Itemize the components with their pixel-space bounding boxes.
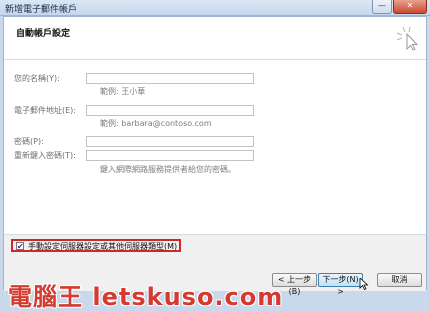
minimize-button[interactable]: — bbox=[372, 0, 392, 14]
close-button[interactable]: ✕ bbox=[393, 0, 427, 14]
name-label: 您的名稱(Y): bbox=[14, 74, 60, 83]
dialog-client: 自動帳戶設定 您的名稱(Y): 範例: 王小華 電子郵件地址(E): 範例: b… bbox=[3, 16, 427, 311]
manual-setup-label: 手動設定伺服器設定或其他伺服器類型(M) bbox=[28, 242, 178, 251]
name-field[interactable] bbox=[86, 73, 254, 84]
mouse-pointer-icon bbox=[359, 278, 369, 290]
manual-setup-option[interactable]: ✔ 手動設定伺服器設定或其他伺服器類型(M) bbox=[11, 239, 181, 252]
password-label: 密碼(P): bbox=[14, 137, 44, 146]
confirm-password-field[interactable] bbox=[86, 150, 254, 161]
header-divider bbox=[4, 59, 426, 60]
title-bar: 新增電子郵件帳戶 — ✕ bbox=[0, 0, 430, 16]
email-field[interactable] bbox=[86, 105, 254, 116]
cancel-button[interactable]: 取消 bbox=[377, 273, 422, 287]
password-hint: 鍵入網際網路服務提供者給您的密碼。 bbox=[100, 165, 236, 174]
confirm-password-label: 重新鍵入密碼(T): bbox=[14, 151, 76, 160]
sparkle-cursor-icon bbox=[396, 26, 419, 51]
email-label: 電子郵件地址(E): bbox=[14, 106, 76, 115]
email-hint: 範例: barbara@contoso.com bbox=[100, 119, 212, 128]
footer-divider bbox=[4, 234, 426, 235]
dialog-header: 自動帳戶設定 bbox=[4, 17, 426, 59]
window-title: 新增電子郵件帳戶 bbox=[5, 5, 78, 15]
page-title: 自動帳戶設定 bbox=[16, 29, 71, 39]
manual-setup-checkbox[interactable]: ✔ bbox=[16, 242, 24, 251]
next-button[interactable]: 下一步(N) > bbox=[318, 273, 363, 296]
password-field[interactable] bbox=[86, 136, 254, 147]
watermark-logo: 電腦王 letskuso.com bbox=[8, 283, 284, 311]
name-hint: 範例: 王小華 bbox=[100, 87, 146, 96]
